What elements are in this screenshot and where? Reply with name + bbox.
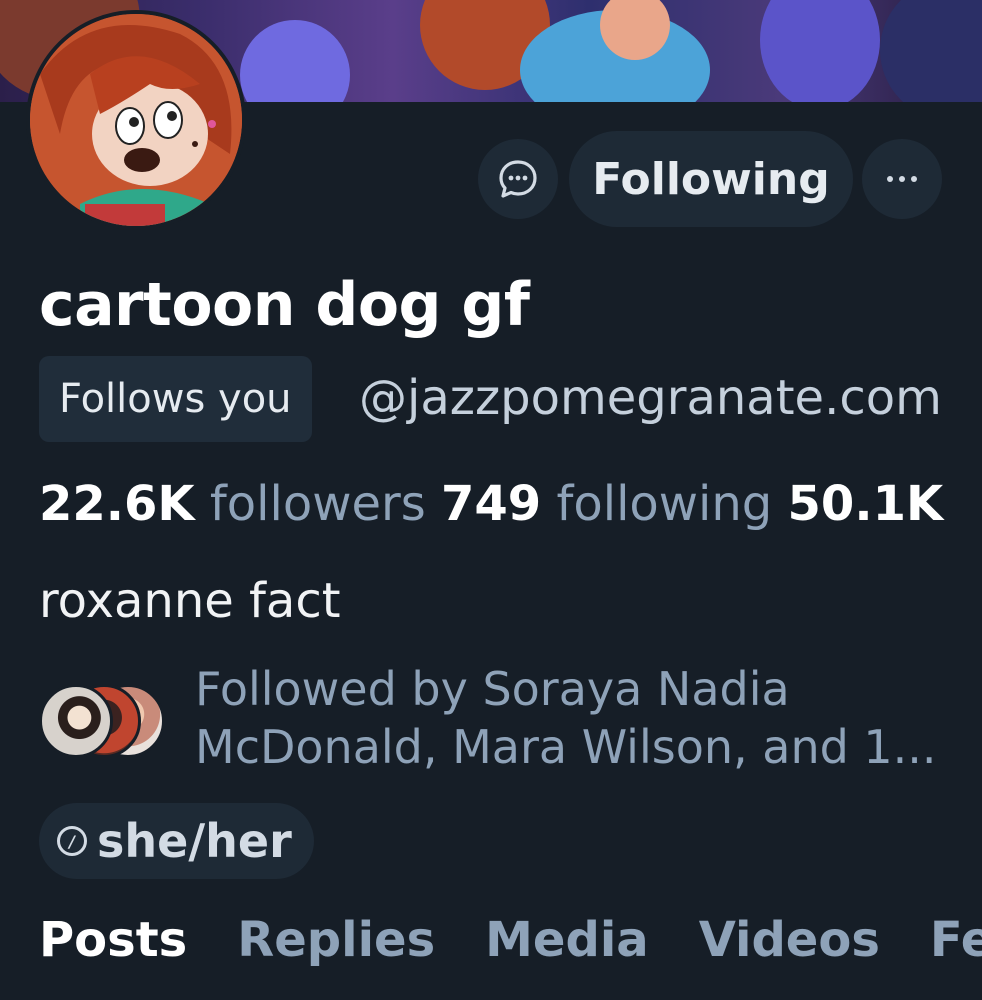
tab-media[interactable]: Media [485, 912, 649, 982]
pronouns-chip: / she/her [39, 803, 314, 879]
profile-handle: @jazzpomegranate.com [359, 370, 942, 426]
known-followers-avatars[interactable] [39, 684, 179, 764]
follows-you-badge: Follows you [39, 356, 312, 442]
more-options-button[interactable] [862, 139, 942, 219]
posts-count: 50.1K [787, 476, 944, 532]
display-name: cartoon dog gf [39, 270, 530, 340]
profile-tabs: Posts Replies Media Videos Feeds [0, 912, 982, 982]
known-follower-avatar [39, 684, 113, 758]
following-button[interactable]: Following [569, 131, 853, 227]
followers-count: 22.6K [39, 476, 195, 532]
profile-stats: 22.6K followers 749 following 50.1K [39, 476, 943, 532]
following-stat[interactable]: 749 following [441, 476, 772, 532]
profile-page: Following cartoon dog gf Follows you @ja… [0, 0, 982, 1000]
info-icon: / [57, 826, 87, 856]
following-count: 749 [441, 476, 542, 532]
avatar-illustration [30, 14, 242, 226]
message-button[interactable] [478, 139, 558, 219]
tab-videos[interactable]: Videos [699, 912, 880, 982]
tab-posts[interactable]: Posts [39, 912, 187, 982]
chat-bubble-icon [499, 160, 537, 198]
followers-stat[interactable]: 22.6K followers [39, 476, 426, 532]
profile-bio: roxanne fact [39, 573, 341, 629]
pronouns-label: she/her [97, 814, 292, 868]
followed-by-text[interactable]: Followed by Soraya Nadia McDonald, Mara … [195, 660, 975, 776]
tab-feeds[interactable]: Feeds [930, 912, 982, 982]
following-label: following [556, 476, 773, 532]
ellipsis-icon [887, 176, 917, 182]
followers-label: followers [209, 476, 426, 532]
profile-avatar[interactable] [26, 10, 246, 230]
tab-replies[interactable]: Replies [237, 912, 435, 982]
